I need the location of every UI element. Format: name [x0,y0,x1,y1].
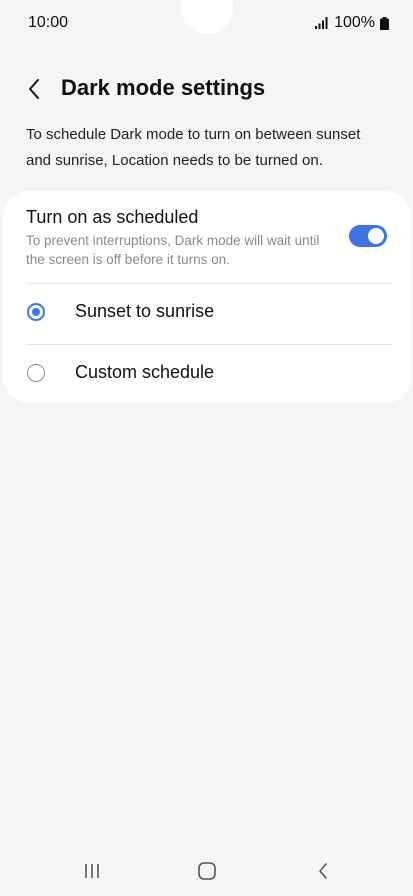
signal-icon [315,17,328,29]
recent-apps-button[interactable] [80,860,104,882]
back-icon [319,863,327,879]
option-custom-schedule[interactable]: Custom schedule [3,345,411,405]
radio-unselected-icon[interactable] [27,364,45,382]
battery-icon [380,16,389,30]
home-button[interactable] [195,860,219,882]
toggle-knob [368,228,384,244]
schedule-toggle[interactable] [349,225,387,247]
status-time: 10:00 [28,14,69,31]
header: Dark mode settings [0,66,413,112]
battery-percentage: 100% [334,14,375,31]
status-bar: 10:00 100% [0,0,413,44]
recent-apps-icon [85,864,99,878]
schedule-subtitle: To prevent interruptions, Dark mode will… [26,233,320,267]
nav-back-button[interactable] [311,860,335,882]
option-label: Custom schedule [75,362,215,382]
schedule-card: Turn on as scheduled To prevent interrup… [3,191,411,403]
home-icon [198,862,216,880]
chevron-left-icon [29,79,39,99]
page-title: Dark mode settings [61,75,266,100]
radio-selected-icon[interactable] [27,303,45,321]
option-label: Sunset to sunrise [75,301,215,321]
camera-notch [181,0,233,34]
back-button[interactable] [20,74,48,104]
navigation-bar [0,846,413,896]
schedule-title: Turn on as scheduled [26,207,199,227]
status-indicators: 100% [315,14,389,32]
turn-on-as-scheduled-row[interactable]: Turn on as scheduled To prevent interrup… [3,191,411,283]
option-sunset-to-sunrise[interactable]: Sunset to sunrise [3,284,411,344]
location-description: To schedule Dark mode to turn on between… [26,126,361,169]
